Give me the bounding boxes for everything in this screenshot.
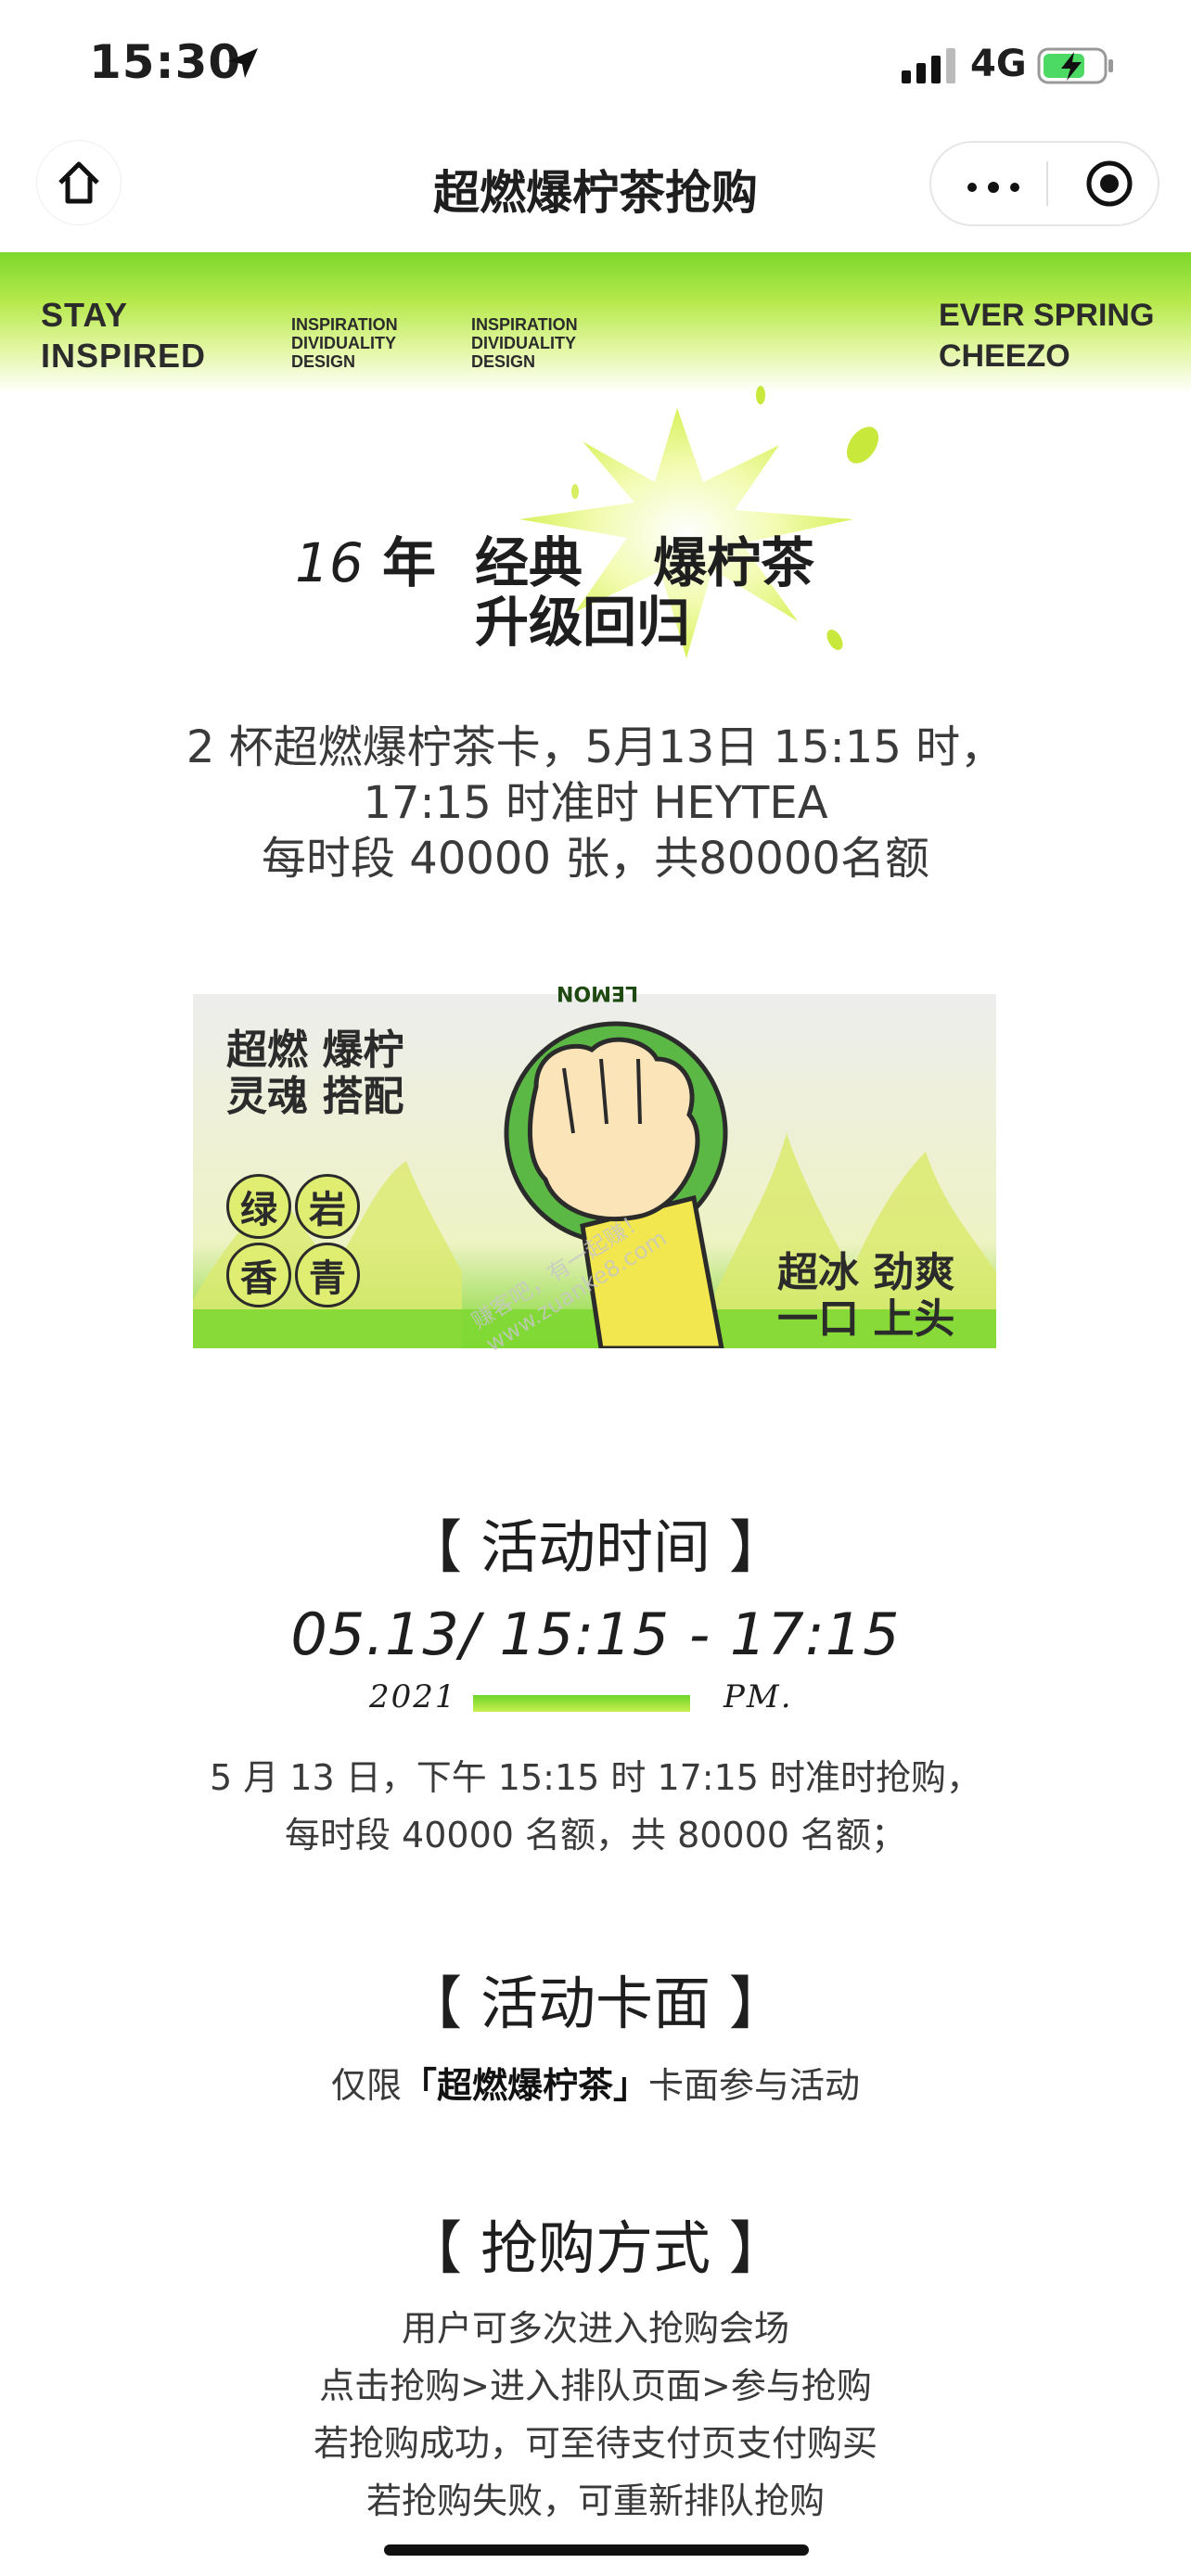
- status-time: 15:30: [89, 35, 242, 89]
- promo-bottom-right-text: 超冰 劲爽 一口 上头: [777, 1249, 955, 1343]
- section-title-activity-time: 【 活动时间 】: [404, 1513, 787, 1581]
- section-title-purchase-method: 【 抢购方式 】: [404, 2214, 787, 2282]
- activity-time-desc: 5 月 13 日，下午 15:15 时 17:15 时准时抢购， 每时段 400…: [209, 1757, 982, 1855]
- headline-year: 16 年: [295, 531, 437, 594]
- activity-card-desc: 仅限「超燃爆柠茶」卡面参与活动: [330, 2065, 861, 2106]
- promo-circle-rock: 岩: [295, 1174, 360, 1239]
- promo-circle-green: 绿: [226, 1174, 291, 1239]
- promo-circle-fragrant: 香: [226, 1243, 291, 1307]
- network-label: 4G: [970, 43, 1027, 85]
- home-indicator[interactable]: [384, 2544, 809, 2556]
- promo-illustration: 超燃 爆柠 灵魂 搭配 绿 岩 香 青 超冰 劲爽 一口 上头: [193, 994, 996, 1348]
- accent-bar: [473, 1695, 690, 1712]
- activity-year: 2021: [369, 1678, 457, 1715]
- banner-small-text-2: INSPIRATION DIVIDUALITY DESIGN: [471, 315, 578, 371]
- capsule-divider: [1046, 161, 1048, 206]
- step-line: 若抢购失败，可重新排队抢购: [365, 2480, 825, 2521]
- location-arrow-icon: [228, 48, 258, 78]
- signal-icon: [902, 48, 955, 83]
- activity-period: PM.: [724, 1678, 793, 1715]
- step-line: 若抢购成功，可至待支付页支付购买: [313, 2423, 877, 2464]
- headline-return: 升级回归: [475, 591, 691, 654]
- activity-datetime: 05.13/ 15:15 - 17:15: [290, 1600, 901, 1668]
- step-line: 点击抢购>进入排队页面>参与抢购: [319, 2366, 872, 2406]
- more-icon[interactable]: [965, 182, 1022, 193]
- banner-small-text-1: INSPIRATION DIVIDUALITY DESIGN: [291, 315, 398, 371]
- banner-ever-spring: EVER SPRING CHEEZO: [939, 298, 1155, 374]
- close-target-icon[interactable]: [1083, 158, 1135, 210]
- section-title-activity-card: 【 活动卡面 】: [404, 1970, 787, 2037]
- lemon-label: LEMON: [557, 981, 639, 1004]
- banner-stay-inspired: STAY INSPIRED: [41, 296, 207, 375]
- battery-charging-icon: [1037, 47, 1113, 84]
- intro-text: 2 杯超燃爆柠茶卡，5月13日 15:15 时， 17:15 时准时 HEYTE…: [186, 721, 1005, 885]
- promo-top-left-text: 超燃 爆柠 灵魂 搭配: [226, 1027, 404, 1120]
- promo-circle-blue: 青: [295, 1243, 360, 1307]
- step-line: 用户可多次进入抢购会场: [401, 2308, 789, 2349]
- purchase-method-steps: 用户可多次进入抢购会场 点击抢购>进入排队页面>参与抢购 若抢购成功，可至待支付…: [0, 2300, 1191, 2530]
